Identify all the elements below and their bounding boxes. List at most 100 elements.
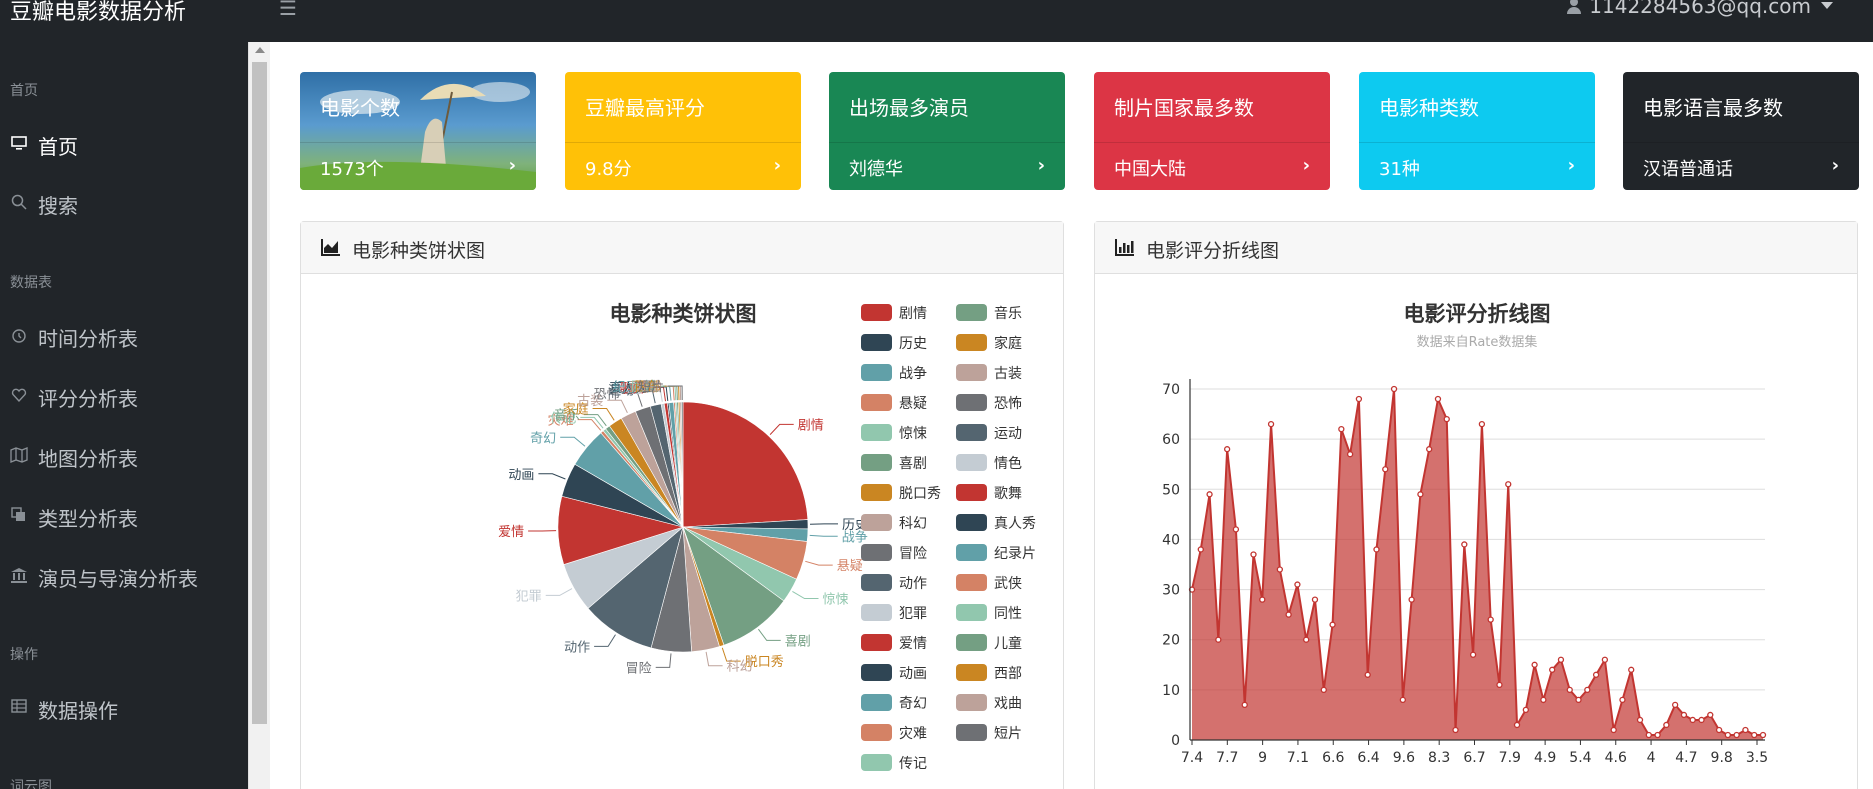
legend-label: 喜剧	[899, 456, 927, 472]
data-point[interactable]	[1452, 726, 1459, 734]
data-point[interactable]	[1619, 696, 1626, 704]
user-menu[interactable]: 1142284563@qq.com	[1567, 0, 1833, 18]
data-point[interactable]	[1399, 696, 1406, 704]
data-point[interactable]	[1311, 596, 1319, 603]
data-point[interactable]	[1496, 681, 1503, 688]
data-point[interactable]	[1215, 636, 1222, 643]
data-point[interactable]	[1654, 731, 1661, 739]
pie-chart[interactable]: 电影种类饼状图 剧情历史战争悬疑惊悚喜剧脱口秀科幻冒险动作犯罪爱情动画奇幻灾难传…	[301, 274, 1063, 789]
data-point[interactable]	[1663, 721, 1670, 729]
data-point[interactable]	[1197, 546, 1204, 553]
data-point[interactable]	[1364, 671, 1371, 678]
x-tick-label: 4.6	[1605, 750, 1627, 766]
data-point[interactable]	[1232, 526, 1240, 533]
data-point[interactable]	[1390, 385, 1398, 393]
data-point[interactable]	[1223, 446, 1231, 453]
data-point[interactable]	[1531, 661, 1538, 668]
data-point[interactable]	[1724, 731, 1732, 739]
sidebar-item-actor-director-analysis[interactable]: 演员与导演分析表	[0, 556, 248, 596]
card-top-language[interactable]: 电影语言最多数 汉语普通话 ›	[1623, 72, 1859, 190]
data-point[interactable]	[1250, 551, 1257, 558]
data-point[interactable]	[1267, 420, 1275, 428]
data-point[interactable]	[1426, 446, 1433, 453]
data-point[interactable]	[1522, 706, 1529, 714]
line-chart[interactable]: 电影评分折线图 数据来自Rate数据集 0 10 20 30 40 50 60 70 7.4 7.…	[1095, 274, 1857, 789]
data-point[interactable]	[1575, 696, 1582, 704]
scrollbar[interactable]	[248, 42, 270, 789]
app-title[interactable]: 豆瓣电影数据分析	[10, 0, 186, 26]
legend-label: 情色	[994, 456, 1022, 472]
data-point[interactable]	[1417, 491, 1424, 498]
data-point[interactable]	[1549, 666, 1556, 673]
sidebar-item-data-operations[interactable]: 数据操作	[0, 688, 248, 728]
data-point[interactable]	[1601, 656, 1609, 663]
data-point[interactable]	[1628, 666, 1635, 673]
sidebar-item-rating-analysis[interactable]: 评分分析表	[0, 376, 248, 416]
card-value: 刘德华	[849, 159, 903, 180]
data-point[interactable]	[1707, 711, 1714, 719]
sidebar-item-time-analysis[interactable]: 时间分析表	[0, 316, 248, 356]
data-point[interactable]	[1759, 731, 1767, 739]
data-point[interactable]	[1689, 716, 1696, 724]
data-point[interactable]	[1461, 541, 1468, 548]
legend-label: 传记	[899, 756, 927, 772]
legend-swatch	[956, 364, 987, 381]
card-top-actor[interactable]: 出场最多演员 刘德华 ›	[829, 72, 1065, 190]
sidebar-item-home[interactable]: 首页	[0, 124, 248, 164]
card-movie-count[interactable]: 电影个数 1573个 ›	[300, 72, 536, 190]
data-point[interactable]	[1259, 596, 1266, 603]
card-top-country[interactable]: 制片国家最多数 中国大陆 ›	[1094, 72, 1330, 190]
data-point[interactable]	[1276, 566, 1284, 573]
sidebar-heading-home: 首页	[10, 83, 38, 99]
data-point[interactable]	[1733, 731, 1740, 739]
data-point[interactable]	[1557, 656, 1565, 663]
bank-icon	[10, 567, 28, 585]
menu-toggle-icon[interactable]: ☰	[279, 0, 297, 20]
data-point[interactable]	[1584, 686, 1591, 694]
data-point[interactable]	[1487, 616, 1494, 623]
data-point[interactable]	[1513, 721, 1521, 729]
data-point[interactable]	[1715, 726, 1723, 734]
data-point[interactable]	[1636, 716, 1644, 724]
scroll-thumb[interactable]	[252, 62, 267, 724]
card-genre-count[interactable]: 电影种类数 31种 ›	[1359, 72, 1595, 190]
data-point[interactable]	[1592, 671, 1600, 678]
data-point[interactable]	[1206, 491, 1213, 498]
data-point[interactable]	[1469, 651, 1477, 658]
data-point[interactable]	[1329, 621, 1336, 628]
sidebar-item-search[interactable]: 搜索	[0, 183, 248, 223]
pie-slice[interactable]	[682, 401, 809, 528]
data-point[interactable]	[1408, 596, 1415, 603]
data-point[interactable]	[1303, 636, 1310, 643]
data-point[interactable]	[1540, 696, 1547, 704]
card-highest-rating[interactable]: 豆瓣最高评分 9.8分 ›	[565, 72, 801, 190]
data-point[interactable]	[1285, 611, 1292, 618]
data-point[interactable]	[1443, 415, 1450, 423]
data-point[interactable]	[1698, 716, 1705, 724]
sidebar-item-map-analysis[interactable]: 地图分析表	[0, 436, 248, 476]
y-tick-label: 50	[1162, 482, 1180, 498]
data-point[interactable]	[1382, 466, 1389, 473]
data-point[interactable]	[1355, 395, 1363, 403]
data-point[interactable]	[1338, 425, 1345, 433]
data-point[interactable]	[1645, 731, 1652, 739]
data-point[interactable]	[1566, 686, 1573, 694]
scroll-up-icon[interactable]	[255, 47, 265, 53]
legend-label: 动画	[899, 666, 927, 682]
data-point[interactable]	[1680, 711, 1688, 719]
copy-icon	[10, 507, 28, 525]
data-point[interactable]	[1434, 395, 1442, 403]
data-point[interactable]	[1610, 726, 1617, 734]
data-point[interactable]	[1751, 731, 1758, 739]
sidebar-item-type-analysis[interactable]: 类型分析表	[0, 496, 248, 536]
data-point[interactable]	[1241, 701, 1248, 709]
data-point[interactable]	[1294, 581, 1301, 588]
data-point[interactable]	[1505, 481, 1512, 488]
data-point[interactable]	[1320, 686, 1327, 694]
data-point[interactable]	[1478, 420, 1486, 428]
data-point[interactable]	[1672, 701, 1679, 709]
data-point[interactable]	[1742, 726, 1749, 734]
data-point[interactable]	[1346, 451, 1354, 458]
data-point[interactable]	[1373, 546, 1380, 553]
chevron-right-icon: ›	[508, 155, 516, 176]
